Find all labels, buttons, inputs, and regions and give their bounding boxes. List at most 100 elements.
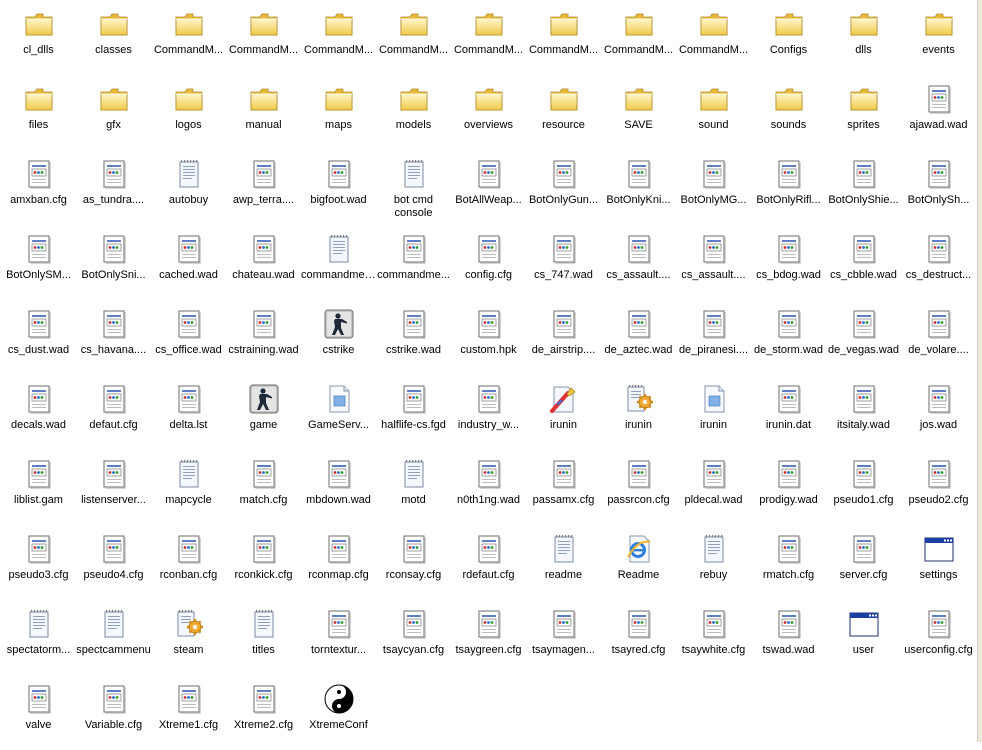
file-item[interactable]: pldecal.wad [676,450,751,525]
file-item[interactable]: titles [226,600,301,675]
file-item[interactable]: ajawad.wad [901,75,976,150]
file-item[interactable]: n0th1ng.wad [451,450,526,525]
file-item[interactable]: rebuy [676,525,751,600]
file-item[interactable]: de_airstrip.... [526,300,601,375]
file-item[interactable]: Variable.cfg [76,675,151,750]
file-item[interactable]: BotOnlyRifl... [751,150,826,225]
file-item[interactable]: pseudo1.cfg [826,450,901,525]
file-item[interactable]: custom.hpk [451,300,526,375]
file-item[interactable]: CommandM... [151,0,226,75]
file-item[interactable]: irunin [676,375,751,450]
file-item[interactable]: pseudo2.cfg [901,450,976,525]
file-item[interactable]: cs_destruct... [901,225,976,300]
file-item[interactable]: readme [526,525,601,600]
file-item[interactable]: BotOnlyShie... [826,150,901,225]
file-item[interactable]: rconsay.cfg [376,525,451,600]
file-item[interactable]: sprites [826,75,901,150]
file-item[interactable]: torntextur... [301,600,376,675]
file-item[interactable]: spectcammenu [76,600,151,675]
file-item[interactable]: jos.wad [901,375,976,450]
file-item[interactable]: itsitaly.wad [826,375,901,450]
scrollbar-edge[interactable] [977,0,982,742]
file-item[interactable]: cs_bdog.wad [751,225,826,300]
file-item[interactable]: maps [301,75,376,150]
file-item[interactable]: server.cfg [826,525,901,600]
file-item[interactable]: rmatch.cfg [751,525,826,600]
file-item[interactable]: game [226,375,301,450]
file-item[interactable]: chateau.wad [226,225,301,300]
file-item[interactable]: logos [151,75,226,150]
file-item[interactable]: motd [376,450,451,525]
file-item[interactable]: awp_terra.... [226,150,301,225]
file-item[interactable]: cached.wad [151,225,226,300]
file-item[interactable]: userconfig.cfg [901,600,976,675]
file-item[interactable]: Configs [751,0,826,75]
file-item[interactable]: spectatorm... [1,600,76,675]
file-item[interactable]: autobuy [151,150,226,225]
file-item[interactable]: halflife-cs.fgd [376,375,451,450]
file-item[interactable]: cl_dlls [1,0,76,75]
file-item[interactable]: CommandM... [601,0,676,75]
file-item[interactable]: CommandM... [526,0,601,75]
file-item[interactable]: cstraining.wad [226,300,301,375]
file-item[interactable]: irunin [601,375,676,450]
file-item[interactable]: pseudo4.cfg [76,525,151,600]
file-item[interactable]: industry_w... [451,375,526,450]
file-item[interactable]: events [901,0,976,75]
file-item[interactable]: BotOnlyGun... [526,150,601,225]
file-item[interactable]: commandme... [376,225,451,300]
file-item[interactable]: resource [526,75,601,150]
file-item[interactable]: overviews [451,75,526,150]
file-item[interactable]: rconkick.cfg [226,525,301,600]
file-item[interactable]: match.cfg [226,450,301,525]
file-item[interactable]: BotOnlySM... [1,225,76,300]
file-item[interactable]: pseudo3.cfg [1,525,76,600]
file-item[interactable]: listenserver... [76,450,151,525]
file-item[interactable]: CommandM... [226,0,301,75]
file-item[interactable]: sound [676,75,751,150]
file-item[interactable]: Readme [601,525,676,600]
file-item[interactable]: de_vegas.wad [826,300,901,375]
file-item[interactable]: models [376,75,451,150]
file-item[interactable]: CommandM... [376,0,451,75]
file-item[interactable]: dlls [826,0,901,75]
file-item[interactable]: tsaywhite.cfg [676,600,751,675]
file-item[interactable]: tsaygreen.cfg [451,600,526,675]
file-item[interactable]: cstrike.wad [376,300,451,375]
file-item[interactable]: decals.wad [1,375,76,450]
file-item[interactable]: classes [76,0,151,75]
file-item[interactable]: de_volare.... [901,300,976,375]
file-item[interactable]: cs_office.wad [151,300,226,375]
file-item[interactable]: SAVE [601,75,676,150]
file-item[interactable]: CommandM... [676,0,751,75]
file-item[interactable]: manual [226,75,301,150]
file-item[interactable]: de_storm.wad [751,300,826,375]
file-item[interactable]: irunin.dat [751,375,826,450]
file-item[interactable]: sounds [751,75,826,150]
file-item[interactable]: cs_dust.wad [1,300,76,375]
file-item[interactable]: Xtreme2.cfg [226,675,301,750]
file-item[interactable]: tswad.wad [751,600,826,675]
file-item[interactable]: mapcycle [151,450,226,525]
file-item[interactable]: files [1,75,76,150]
file-item[interactable]: user [826,600,901,675]
file-item[interactable]: BotOnlySni... [76,225,151,300]
file-item[interactable]: cs_747.wad [526,225,601,300]
file-item[interactable]: rdefaut.cfg [451,525,526,600]
file-item[interactable]: BotOnlySh... [901,150,976,225]
file-item[interactable]: cstrike [301,300,376,375]
file-item[interactable]: defaut.cfg [76,375,151,450]
file-item[interactable]: delta.lst [151,375,226,450]
file-item[interactable]: mbdown.wad [301,450,376,525]
file-item[interactable]: settings [901,525,976,600]
file-item[interactable]: tsayred.cfg [601,600,676,675]
file-item[interactable]: rconmap.cfg [301,525,376,600]
file-item[interactable]: cs_assault.... [676,225,751,300]
file-item[interactable]: de_piranesi.... [676,300,751,375]
file-item[interactable]: commandmenu [301,225,376,300]
file-item[interactable]: as_tundra.... [76,150,151,225]
file-item[interactable]: bigfoot.wad [301,150,376,225]
file-item[interactable]: config.cfg [451,225,526,300]
file-item[interactable]: cs_assault.... [601,225,676,300]
file-item[interactable]: passamx.cfg [526,450,601,525]
